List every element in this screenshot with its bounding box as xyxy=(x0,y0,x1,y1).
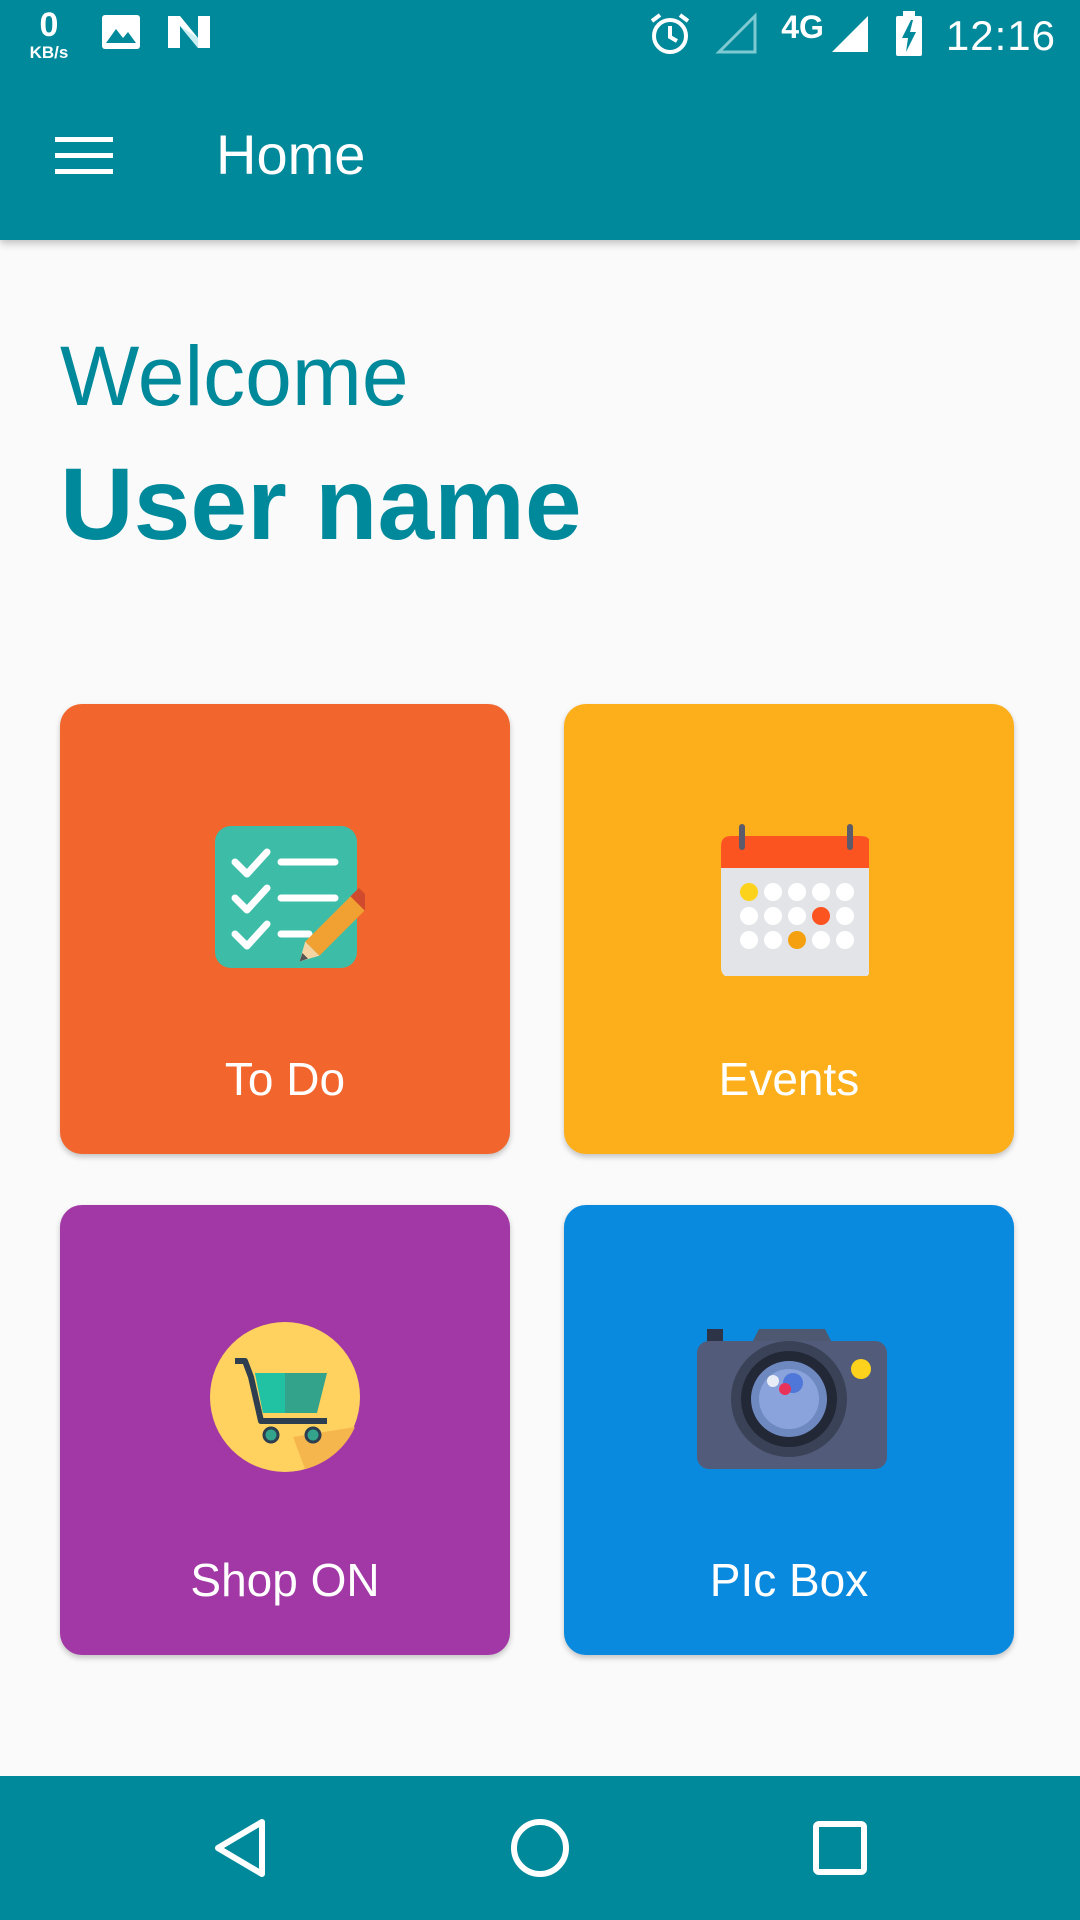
signal-full-icon xyxy=(828,12,872,61)
shop-tile[interactable]: Shop ON xyxy=(60,1205,510,1655)
alarm-icon xyxy=(647,11,693,62)
events-label: Events xyxy=(718,1053,860,1105)
net-speed-unit: KB/s xyxy=(29,43,69,62)
username-text: User name xyxy=(60,447,582,561)
status-bar: 0 KB/s 4G 12:16 xyxy=(0,0,1080,72)
n-app-icon xyxy=(166,12,212,57)
shop-label: Shop ON xyxy=(190,1554,380,1606)
events-tile[interactable]: Events xyxy=(564,704,1014,1154)
status-time: 12:16 xyxy=(945,12,1056,59)
back-icon[interactable] xyxy=(190,1806,290,1890)
pic-box-label: PIc Box xyxy=(709,1554,869,1606)
shopping-cart-icon xyxy=(205,1317,365,1482)
recents-icon[interactable] xyxy=(790,1806,890,1890)
checklist-icon xyxy=(205,816,374,981)
home-icon[interactable] xyxy=(490,1806,590,1890)
toolbar: Home xyxy=(0,72,1080,240)
todo-tile[interactable]: To Do xyxy=(60,704,510,1154)
welcome-text: Welcome xyxy=(60,329,409,423)
app-bar: 0 KB/s 4G 12:16 Home xyxy=(0,0,1080,240)
calendar-icon xyxy=(709,816,871,981)
navigation-bar xyxy=(0,1776,1080,1920)
todo-label: To Do xyxy=(224,1053,346,1105)
page-title: Home xyxy=(216,123,366,186)
camera-icon xyxy=(689,1309,889,1478)
pic-box-tile[interactable]: PIc Box xyxy=(564,1205,1014,1655)
network-type: 4G xyxy=(781,8,824,45)
hamburger-menu-icon[interactable] xyxy=(40,116,128,196)
signal-empty-icon xyxy=(715,11,759,61)
net-speed-value: 0 xyxy=(39,6,59,44)
image-icon xyxy=(100,13,142,56)
battery-charging-icon xyxy=(894,10,924,63)
net-speed-indicator: 0 KB/s xyxy=(22,8,76,61)
